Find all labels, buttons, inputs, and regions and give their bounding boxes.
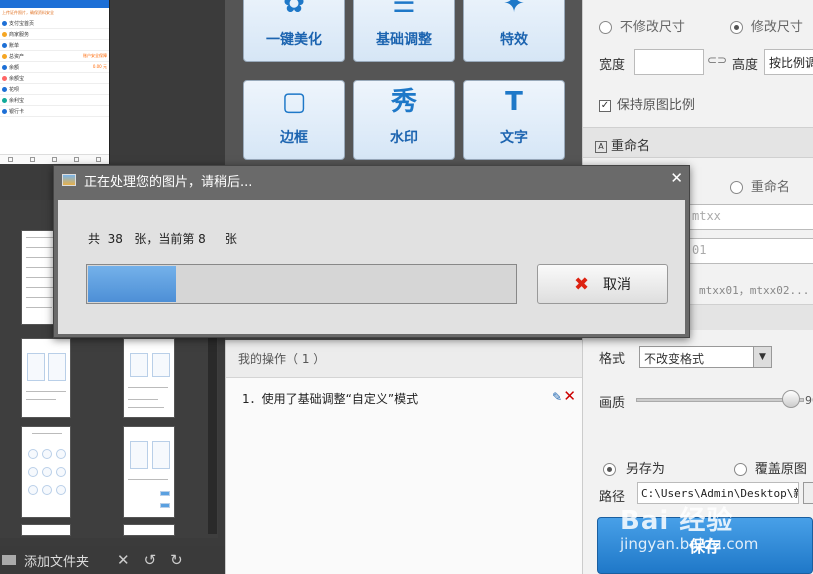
rename-option[interactable]: 重命名: [730, 176, 790, 195]
tool-sliders[interactable]: ☰ 基础调整: [353, 0, 455, 62]
checkbox-checked-icon[interactable]: ✓: [599, 99, 611, 112]
dialog-titlebar: 正在处理您的图片，请稍后...: [54, 166, 689, 194]
save-as-option[interactable]: 另存为: [603, 458, 665, 477]
section-icon: A: [595, 140, 607, 153]
height-input[interactable]: 按比例调: [764, 49, 813, 75]
progress-dialog: 正在处理您的图片，请稍后... ✕ 共 38 张，当前第 8 张 ✖ 取消: [53, 165, 690, 338]
phone-list-item: 余额 0.00 元: [0, 62, 109, 73]
list-item-icon: [2, 42, 7, 48]
quality-value: 90: [805, 394, 813, 407]
phone-list-item: 商家服务: [0, 29, 109, 40]
progress-info: 共 38 张，当前第 8 张: [88, 232, 237, 246]
cancel-icon: ✖: [573, 273, 590, 295]
phone-list-item: 余利宝: [0, 95, 109, 106]
close-icon[interactable]: ✕: [670, 169, 683, 187]
thumbnail[interactable]: [21, 524, 71, 536]
resize-option[interactable]: 修改尺寸: [730, 16, 803, 35]
list-item-icon: [2, 53, 7, 59]
rotate-right-icon[interactable]: ↻: [170, 551, 183, 569]
radio[interactable]: [730, 21, 743, 34]
radio[interactable]: [730, 181, 743, 194]
radio[interactable]: [599, 21, 612, 34]
list-item-icon: [2, 64, 7, 70]
width-input[interactable]: [634, 49, 704, 75]
phone-tabbar: [0, 154, 109, 164]
progress-bar: [86, 264, 517, 304]
list-item-icon: [2, 97, 7, 103]
no-resize-option[interactable]: 不修改尺寸: [599, 16, 685, 35]
height-label: 高度: [732, 58, 759, 73]
frame-icon: ▢: [281, 87, 307, 117]
link-icon[interactable]: ⊂⊃: [707, 53, 727, 67]
radio[interactable]: [734, 463, 747, 476]
delete-icon[interactable]: ✕: [117, 551, 130, 569]
dialog-title: 正在处理您的图片，请稍后...: [84, 174, 253, 190]
browse-button[interactable]: [803, 482, 813, 504]
phone-list-item: 余额宝: [0, 73, 109, 84]
thumbnail[interactable]: [123, 524, 175, 536]
progress-fill: [88, 266, 177, 302]
path-input[interactable]: C:\Users\Admin\Desktop\新: [637, 482, 799, 504]
keep-ratio-checkbox[interactable]: ✓ 保持原图比例: [599, 94, 695, 113]
overwrite-option[interactable]: 覆盖原图: [734, 458, 807, 477]
list-item-icon: [2, 20, 7, 26]
add-folder-button[interactable]: 添加文件夹: [24, 551, 89, 570]
operation-item[interactable]: 1．使用了基础调整“自定义”模式 ✎ ✕: [226, 378, 582, 419]
cancel-button[interactable]: ✖ 取消: [537, 264, 668, 304]
watermark-icon: 秀: [390, 87, 417, 117]
dialog-body: 共 38 张，当前第 8 张 ✖ 取消: [58, 200, 685, 334]
flower-icon: ✿: [283, 0, 305, 19]
magic-wand-icon: ✦: [503, 0, 525, 19]
rotate-left-icon[interactable]: ↺: [144, 551, 157, 569]
tool-flower[interactable]: ✿ 一键美化: [243, 0, 345, 62]
phone-list-item: 花呗: [0, 84, 109, 95]
phone-list-item: 账单: [0, 40, 109, 51]
edit-icon[interactable]: ✎: [552, 390, 562, 404]
thumbnail[interactable]: [21, 338, 71, 418]
quality-slider[interactable]: [636, 398, 804, 402]
phone-list: 支付宝首页 商家服务 账单 总资产 账户安全保障 余额 0.00 元余额宝 花呗 余利宝 银行卡: [0, 18, 109, 117]
text-icon: T: [505, 87, 523, 117]
tool-magic-wand[interactable]: ✦ 特效: [463, 0, 565, 62]
width-label: 宽度: [599, 58, 626, 73]
phone-list-item: 支付宝首页: [0, 18, 109, 29]
operation-item-label: 1．使用了基础调整“自定义”模式: [242, 392, 419, 406]
preview-image[interactable]: 上传证件照片，确保资料安全 支付宝首页 商家服务 账单 总资产 账户安全保障 余额 0.00…: [0, 0, 110, 164]
format-label: 格式: [599, 352, 626, 367]
rename-section-header: A 重命名: [583, 127, 813, 158]
chevron-down-icon[interactable]: ▼: [753, 347, 771, 367]
tool-frame[interactable]: ▢ 边框: [243, 80, 345, 160]
list-item-icon: [2, 31, 7, 37]
radio[interactable]: [603, 463, 616, 476]
folder-icon: [2, 555, 16, 565]
thumbnail[interactable]: [123, 338, 175, 418]
sliders-icon: ☰: [392, 0, 416, 19]
save-button[interactable]: 保存: [597, 517, 813, 574]
list-item-icon: [2, 86, 7, 92]
format-select[interactable]: 不改变格式 ▼: [639, 346, 772, 368]
phone-list-item: 银行卡: [0, 106, 109, 117]
rename-preview: mtxx01，mtxx02...: [699, 284, 810, 297]
quality-slider-knob[interactable]: [781, 390, 800, 408]
phone-warning: 上传证件照片，确保资料安全: [2, 10, 54, 15]
name-input[interactable]: mtxx: [687, 204, 813, 230]
thumbnail[interactable]: [21, 426, 71, 518]
left-toolbar: 添加文件夹 ✕ ↺ ↻: [0, 546, 225, 574]
phone-status-bar: [0, 0, 109, 8]
delete-icon[interactable]: ✕: [563, 387, 576, 405]
list-item-icon: [2, 75, 7, 81]
image-icon: [62, 174, 76, 186]
tool-watermark[interactable]: 秀水印: [353, 80, 455, 160]
start-number-input[interactable]: 01: [687, 238, 813, 264]
list-item-icon: [2, 108, 7, 114]
quality-label: 画质: [599, 396, 626, 411]
path-label: 路径: [599, 490, 626, 505]
tool-text[interactable]: T 文字: [463, 80, 565, 160]
operations-header: 我的操作（ 1 ）: [226, 340, 582, 378]
operations-panel: 我的操作（ 1 ） 1．使用了基础调整“自定义”模式 ✎ ✕: [225, 340, 582, 574]
thumbnail[interactable]: [123, 426, 175, 518]
phone-list-item: 总资产 账户安全保障: [0, 51, 109, 62]
